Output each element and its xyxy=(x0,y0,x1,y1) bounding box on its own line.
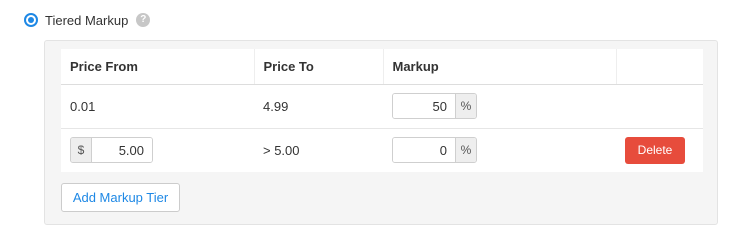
markup-input-group: % xyxy=(392,137,477,164)
markup-input[interactable] xyxy=(393,138,455,163)
cell-markup: % xyxy=(383,128,616,172)
header-price-from: Price From xyxy=(61,49,255,85)
delete-tier-button[interactable]: Delete xyxy=(625,136,685,164)
percent-addon: % xyxy=(455,138,476,163)
cell-price-to: 4.99 xyxy=(254,84,383,129)
add-markup-tier-button[interactable]: Add Markup Tier xyxy=(61,183,180,212)
markup-tier-table: Price From Price To Markup 0.01 4.99 % xyxy=(61,49,703,172)
header-actions xyxy=(616,49,703,85)
cell-markup: % xyxy=(383,84,616,129)
radio-dot xyxy=(28,17,34,23)
price-from-input-group: $ xyxy=(70,137,153,164)
markup-input[interactable] xyxy=(393,94,455,118)
tiered-markup-option[interactable]: Tiered Markup ? xyxy=(24,11,151,29)
price-from-input[interactable] xyxy=(92,138,152,163)
radio-selected-icon[interactable] xyxy=(24,13,38,27)
header-price-to: Price To xyxy=(254,49,384,85)
help-question-icon[interactable]: ? xyxy=(136,13,151,27)
tiered-markup-label[interactable]: Tiered Markup xyxy=(45,13,128,28)
percent-addon: % xyxy=(455,94,476,118)
markup-input-group: % xyxy=(392,93,477,119)
table-row: $ > 5.00 % Delete xyxy=(61,128,703,172)
dollar-addon: $ xyxy=(71,138,92,163)
header-markup: Markup xyxy=(383,49,617,85)
table-header-row: Price From Price To Markup xyxy=(61,49,703,85)
cell-actions xyxy=(616,84,703,129)
cell-price-from: $ xyxy=(61,128,254,172)
cell-price-to: > 5.00 xyxy=(263,142,300,158)
table-row: 0.01 4.99 % xyxy=(61,84,703,129)
cell-actions: Delete xyxy=(616,128,703,172)
cell-price-from: 0.01 xyxy=(61,84,254,129)
tiered-markup-panel: Price From Price To Markup 0.01 4.99 % xyxy=(44,40,718,225)
